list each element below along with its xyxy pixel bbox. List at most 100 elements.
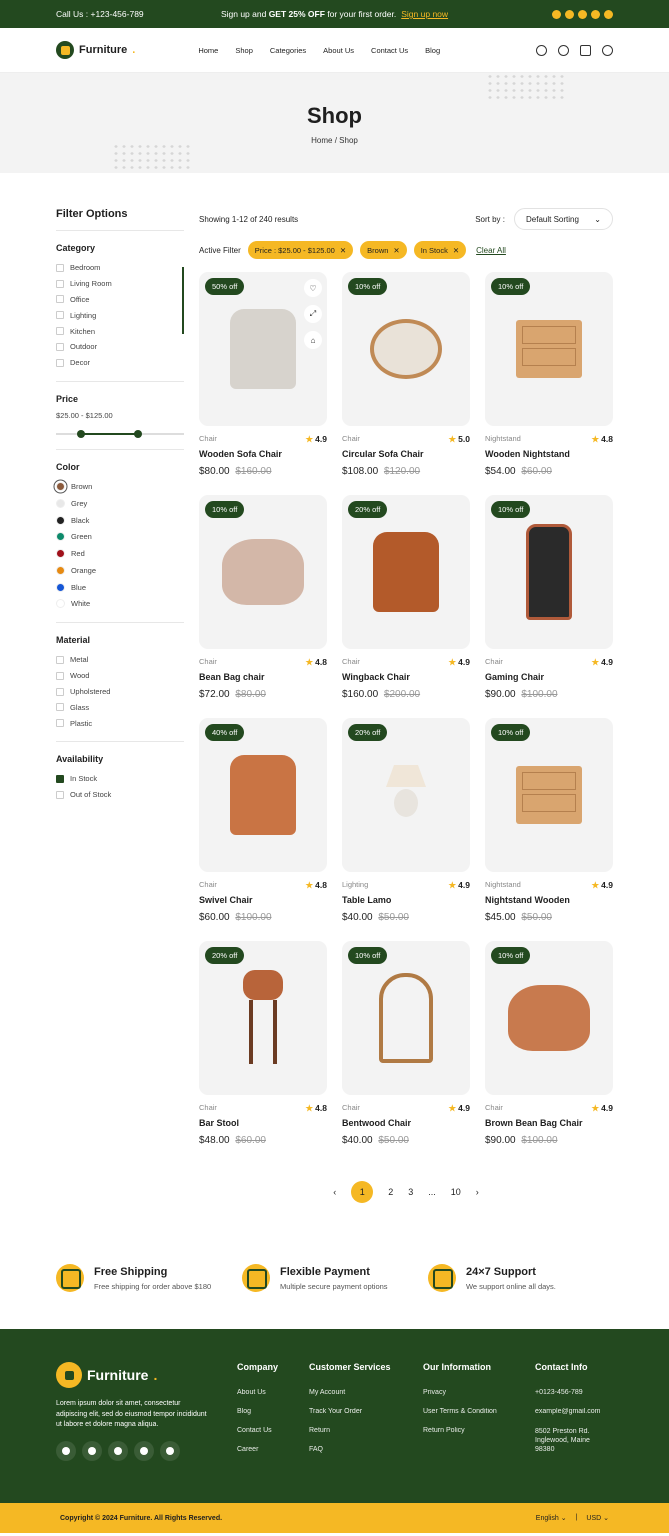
product-name[interactable]: Bentwood Chair: [342, 1118, 470, 1128]
nav-home[interactable]: Home: [198, 46, 218, 55]
instagram-icon[interactable]: [134, 1440, 154, 1461]
facebook-icon[interactable]: [552, 9, 561, 19]
color-option[interactable]: White: [56, 595, 184, 612]
footer-link[interactable]: example@gmail.com: [535, 1408, 610, 1415]
nav-contact[interactable]: Contact Us: [371, 46, 408, 55]
checkbox[interactable]: [56, 655, 64, 664]
product-name[interactable]: Circular Sofa Chair: [342, 449, 470, 459]
footer-link[interactable]: 8502 Preston Rd. Inglewood, Maine 98380: [535, 1427, 605, 1454]
twitter-icon[interactable]: [82, 1440, 102, 1461]
checkbox[interactable]: [56, 687, 64, 696]
page-link[interactable]: 3: [408, 1187, 413, 1197]
nav-categories[interactable]: Categories: [270, 46, 306, 55]
product-image[interactable]: 10% off: [199, 495, 327, 649]
product-image[interactable]: 10% off: [342, 272, 470, 426]
signup-link[interactable]: Sign up now: [401, 9, 448, 19]
category-option[interactable]: Bedroom: [56, 260, 184, 276]
product-image[interactable]: 10% off: [485, 495, 613, 649]
footer-link[interactable]: Return: [309, 1427, 423, 1434]
product-card[interactable]: 10% off Chair ★ 4.9 Bentwood Chair $40.00 $50…: [342, 941, 470, 1148]
filter-chip[interactable]: In Stock ✕: [413, 241, 467, 259]
product-name[interactable]: Gaming Chair: [485, 672, 613, 682]
price-max-handle[interactable]: [134, 429, 142, 438]
nav-blog[interactable]: Blog: [425, 46, 440, 55]
material-option[interactable]: Plastic: [56, 715, 184, 731]
product-image[interactable]: 20% off: [199, 941, 327, 1095]
checkbox[interactable]: [56, 342, 64, 351]
product-name[interactable]: Bean Bag chair: [199, 672, 327, 682]
footer-link[interactable]: +0123-456-789: [535, 1389, 610, 1396]
color-option[interactable]: Orange: [56, 562, 184, 579]
page-link[interactable]: 10: [451, 1187, 461, 1197]
footer-link[interactable]: Return Policy: [423, 1427, 535, 1434]
category-option[interactable]: Outdoor: [56, 339, 184, 355]
footer-link[interactable]: FAQ: [309, 1446, 423, 1453]
category-option[interactable]: Lighting: [56, 307, 184, 323]
product-image[interactable]: 10% off: [485, 272, 613, 426]
material-option[interactable]: Glass: [56, 699, 184, 715]
checkbox[interactable]: [56, 671, 64, 680]
product-name[interactable]: Table Lamo: [342, 895, 470, 905]
footer-link[interactable]: Blog: [237, 1408, 309, 1415]
price-slider[interactable]: [56, 429, 184, 439]
chevron-left-icon[interactable]: ‹: [333, 1187, 336, 1197]
product-name[interactable]: Bar Stool: [199, 1118, 327, 1128]
price-min-handle[interactable]: [77, 429, 85, 438]
facebook-icon[interactable]: [56, 1440, 76, 1461]
color-swatch[interactable]: [56, 549, 65, 559]
checkbox[interactable]: [56, 703, 64, 712]
product-card[interactable]: 10% off Nightstand ★ 4.8 Wooden Nightstand $5…: [485, 272, 613, 479]
sort-dropdown[interactable]: Default Sorting ⌄: [514, 208, 613, 230]
color-option[interactable]: Brown: [56, 479, 184, 496]
product-card[interactable]: 10% off Chair ★ 4.8 Bean Bag chair $72.00 $80…: [199, 495, 327, 702]
footer-logo[interactable]: Furniture.: [56, 1362, 237, 1388]
color-option[interactable]: Black: [56, 512, 184, 529]
color-swatch[interactable]: [56, 515, 65, 525]
color-option[interactable]: Grey: [56, 495, 184, 512]
footer-link[interactable]: Contact Us: [237, 1427, 309, 1434]
color-swatch[interactable]: [56, 482, 65, 492]
nav-shop[interactable]: Shop: [235, 46, 253, 55]
breadcrumb-home[interactable]: Home: [311, 136, 332, 145]
footer-link[interactable]: My Account: [309, 1389, 423, 1396]
category-option[interactable]: Office: [56, 292, 184, 308]
color-swatch[interactable]: [56, 499, 65, 509]
product-card[interactable]: 10% off Chair ★ 4.9 Brown Bean Bag Chair $90.…: [485, 941, 613, 1148]
product-card[interactable]: 20% off Chair ★ 4.9 Wingback Chair $160.00 $2…: [342, 495, 470, 702]
color-option[interactable]: Green: [56, 529, 184, 546]
product-card[interactable]: 10% off Nightstand ★ 4.9 Nightstand Wooden $4…: [485, 718, 613, 925]
color-swatch[interactable]: [56, 532, 65, 542]
checkbox[interactable]: [56, 263, 64, 272]
color-swatch[interactable]: [56, 599, 65, 609]
color-swatch[interactable]: [56, 565, 65, 575]
pinterest-icon[interactable]: [108, 1440, 128, 1461]
availability-option[interactable]: In Stock: [56, 771, 184, 787]
checkbox[interactable]: [56, 790, 64, 799]
material-option[interactable]: Upholstered: [56, 684, 184, 700]
checkbox[interactable]: [56, 279, 64, 288]
chevron-right-icon[interactable]: ›: [476, 1187, 479, 1197]
product-name[interactable]: Swivel Chair: [199, 895, 327, 905]
product-card[interactable]: 10% off Chair ★ 4.9 Gaming Chair $90.00 $100.…: [485, 495, 613, 702]
youtube-icon[interactable]: [160, 1440, 180, 1461]
color-option[interactable]: Red: [56, 545, 184, 562]
product-name[interactable]: Wooden Nightstand: [485, 449, 613, 459]
checkbox[interactable]: [56, 719, 64, 728]
product-card[interactable]: 20% off Chair ★ 4.8 Bar Stool $48.00 $60.00: [199, 941, 327, 1148]
product-card[interactable]: 40% off Chair ★ 4.8 Swivel Chair $60.00 $100.…: [199, 718, 327, 925]
close-icon[interactable]: ✕: [393, 246, 399, 255]
color-swatch[interactable]: [56, 582, 65, 592]
footer-link[interactable]: About Us: [237, 1389, 309, 1396]
product-card[interactable]: 10% off Chair ★ 5.0 Circular Sofa Chair $108.…: [342, 272, 470, 479]
product-image[interactable]: 10% off: [485, 718, 613, 872]
product-card[interactable]: 20% off Lighting ★ 4.9 Table Lamo $40.00 $50.…: [342, 718, 470, 925]
currency-select[interactable]: USD ⌄: [586, 1514, 609, 1522]
instagram-icon[interactable]: [591, 9, 600, 19]
expand-icon[interactable]: ⤢: [304, 305, 322, 323]
product-image[interactable]: 50% off ♡ ⤢ ⌂: [199, 272, 327, 426]
logo[interactable]: Furniture.: [56, 41, 135, 59]
availability-option[interactable]: Out of Stock: [56, 787, 184, 803]
checkbox[interactable]: [56, 311, 64, 320]
heart-icon[interactable]: ♡: [304, 279, 322, 297]
product-image[interactable]: 20% off: [342, 718, 470, 872]
